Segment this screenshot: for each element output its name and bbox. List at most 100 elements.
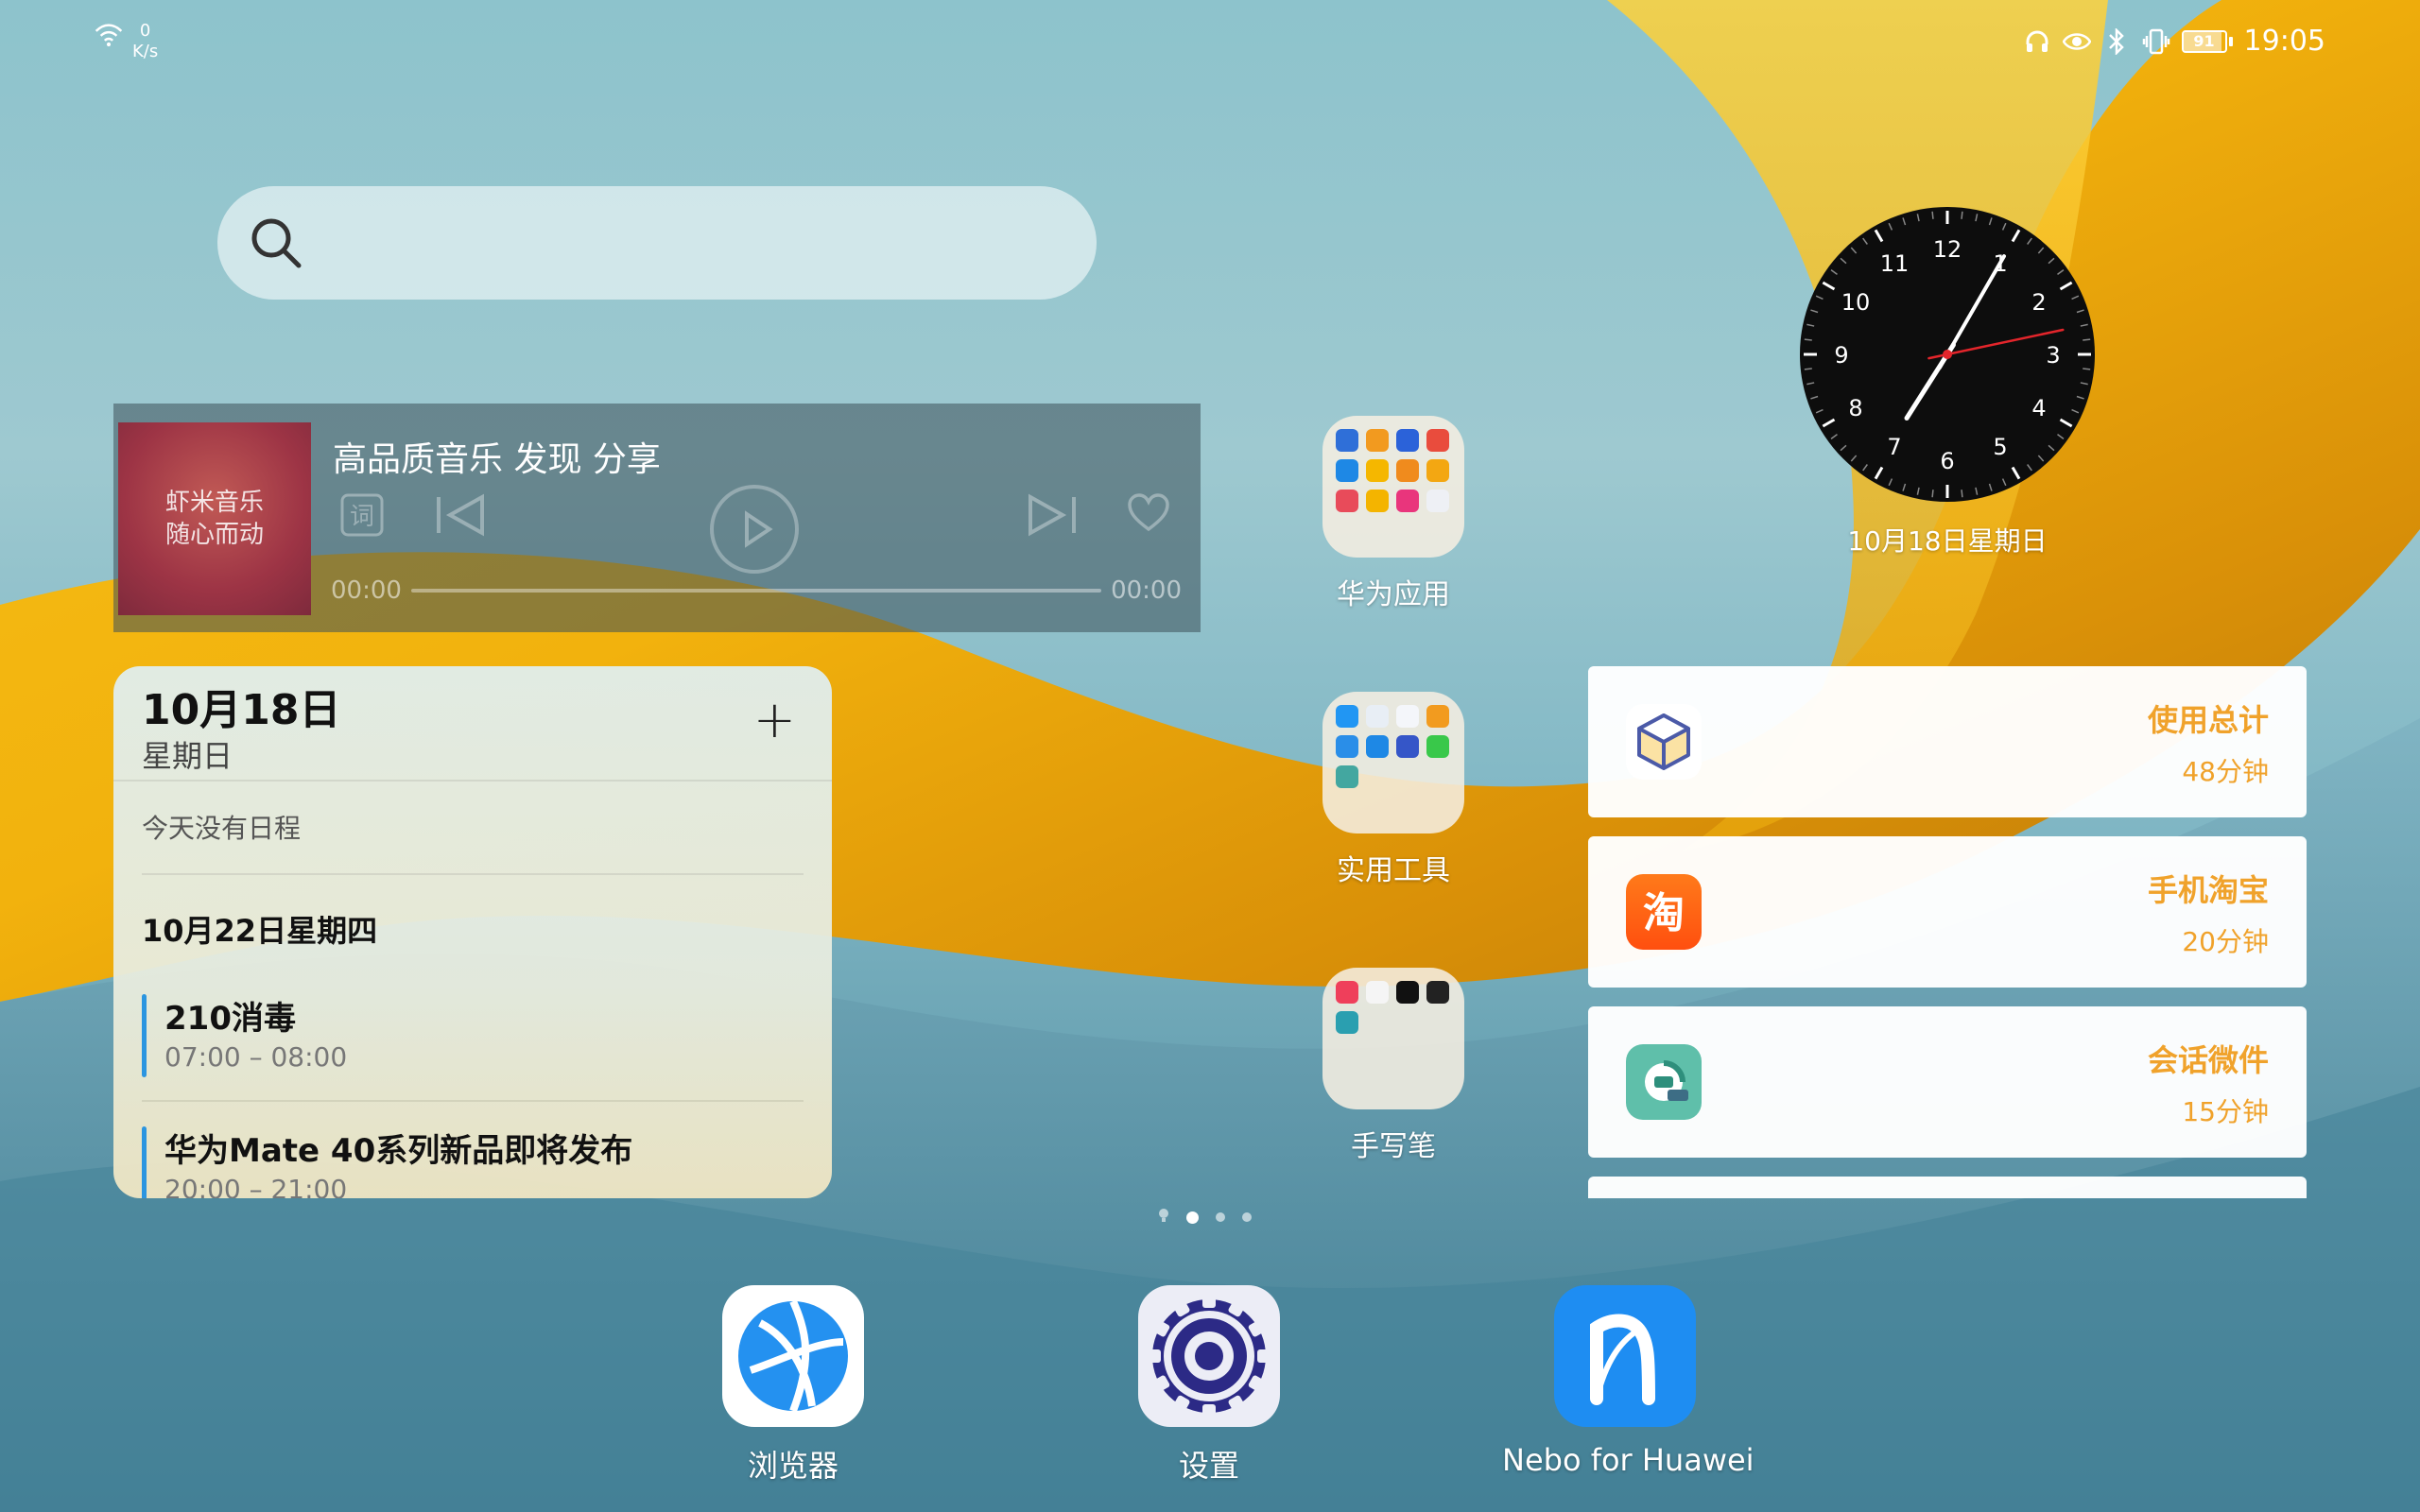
usage-duration: 15分钟 xyxy=(2182,1096,2269,1127)
gear-tooth xyxy=(1202,1404,1216,1418)
hint-bulb-icon xyxy=(1158,1208,1169,1227)
favorite-button[interactable] xyxy=(1127,493,1170,537)
next-icon xyxy=(1028,493,1076,537)
page-indicator[interactable] xyxy=(1158,1208,1252,1227)
agenda-event[interactable]: 华为Mate 40系列新品即将发布 20:00 – 21:00 xyxy=(142,1125,804,1198)
agenda-divider xyxy=(113,780,832,782)
clock-tick xyxy=(1804,338,1812,341)
agenda-divider xyxy=(142,1100,804,1102)
clock-number: 3 xyxy=(2046,342,2060,369)
folder-icon[interactable] xyxy=(1322,416,1464,558)
usage-card[interactable]: 会话微件 15分钟 xyxy=(1588,1006,2307,1158)
vibrate-icon xyxy=(2142,27,2170,56)
cube-icon xyxy=(1626,704,1702,780)
folder-stylus[interactable]: 手写笔 xyxy=(1322,968,1464,1164)
clock-number: 2 xyxy=(2031,289,2046,316)
page-dot[interactable] xyxy=(1186,1211,1199,1224)
lyrics-button[interactable]: 词 xyxy=(340,493,384,541)
usage-duration: 20分钟 xyxy=(2182,926,2269,957)
settings-gear-icon[interactable] xyxy=(1138,1285,1280,1427)
bluetooth-icon xyxy=(2102,27,2131,56)
event-time: 07:00 – 08:00 xyxy=(164,1041,348,1073)
gear-tooth xyxy=(1148,1349,1161,1363)
clock-number: 5 xyxy=(1993,434,2007,460)
cover-text-line1: 虾米音乐 xyxy=(164,489,264,517)
status-bar: 0 K/s 91 19:05 xyxy=(0,0,2420,85)
search-bar[interactable] xyxy=(217,186,1097,300)
clock-number: 8 xyxy=(1848,395,1862,421)
album-cover[interactable]: 虾米音乐 随心而动 xyxy=(118,422,311,615)
nebo-icon[interactable] xyxy=(1554,1285,1696,1427)
event-title: 华为Mate 40系列新品即将发布 xyxy=(164,1132,633,1170)
gear-tooth xyxy=(1257,1349,1270,1363)
event-color-bar xyxy=(142,1126,147,1198)
clock-number: 4 xyxy=(2031,395,2046,421)
folder-icon[interactable] xyxy=(1322,968,1464,1109)
headset-icon xyxy=(2023,27,2051,56)
previous-icon xyxy=(437,493,484,537)
dock-settings[interactable]: 设置 xyxy=(1086,1285,1332,1486)
usage-card[interactable]: 使用总计 48分钟 xyxy=(1588,666,2307,817)
analog-clock[interactable]: 123456789101112 xyxy=(1796,203,2099,506)
clock-tick xyxy=(1931,490,1934,498)
music-progress-bar[interactable] xyxy=(411,589,1101,593)
next-button[interactable] xyxy=(1027,493,1078,541)
add-event-button[interactable]: + xyxy=(753,695,796,746)
usage-card[interactable] xyxy=(1588,1177,2307,1198)
clock-number: 10 xyxy=(1841,289,1871,316)
lyrics-label: 词 xyxy=(350,503,374,531)
gear-tooth xyxy=(1202,1295,1216,1308)
page-dot[interactable] xyxy=(1242,1212,1252,1222)
chat-widget-icon xyxy=(1626,1044,1702,1120)
eye-comfort-icon xyxy=(2062,27,2091,56)
browser-icon[interactable] xyxy=(722,1285,864,1427)
agenda-widget[interactable]: 10月18日 星期日 + 今天没有日程 10月22日星期四 210消毒 07:0… xyxy=(113,666,832,1198)
dock-label: Nebo for Huawei xyxy=(1502,1442,1754,1478)
clock-number: 12 xyxy=(1933,236,1962,263)
page-dot[interactable] xyxy=(1216,1212,1225,1222)
usage-card[interactable]: 淘 手机淘宝 20分钟 xyxy=(1588,836,2307,988)
search-icon[interactable] xyxy=(246,213,306,273)
clock-number: 9 xyxy=(1834,342,1848,369)
dock-label: 浏览器 xyxy=(747,1448,838,1484)
folder-huawei-apps[interactable]: 华为应用 xyxy=(1322,416,1464,612)
event-color-bar xyxy=(142,994,147,1077)
usage-app-name: 使用总计 xyxy=(2147,702,2269,738)
agenda-next-day: 10月22日星期四 xyxy=(142,913,378,949)
play-button[interactable] xyxy=(709,484,800,578)
usage-app-name: 手机淘宝 xyxy=(2147,872,2269,908)
folder-icon[interactable] xyxy=(1322,692,1464,833)
battery-level: 91 xyxy=(2193,31,2215,50)
usage-duration: 48分钟 xyxy=(2182,756,2269,787)
previous-button[interactable] xyxy=(435,493,486,541)
dock-label: 设置 xyxy=(1178,1448,1239,1484)
clock-number: 7 xyxy=(1887,434,1901,460)
clock-tick xyxy=(2083,338,2091,341)
heart-icon xyxy=(1128,493,1169,532)
agenda-no-events: 今天没有日程 xyxy=(142,813,302,844)
status-time: 19:05 xyxy=(2243,25,2325,58)
network-speed: 0 K/s xyxy=(132,21,159,61)
dock-nebo[interactable]: Nebo for Huawei xyxy=(1502,1285,1754,1478)
folder-utilities[interactable]: 实用工具 xyxy=(1322,692,1464,888)
clock-number: 6 xyxy=(1940,448,1954,474)
taobao-icon-text: 淘 xyxy=(1643,889,1685,937)
music-current-time: 00:00 xyxy=(331,576,402,605)
app-usage-widget[interactable]: 使用总计 48分钟 淘 手机淘宝 20分钟 会话微件 15分钟 xyxy=(1588,666,2307,1198)
event-title: 210消毒 xyxy=(164,1000,296,1038)
clock-widget[interactable]: 123456789101112 10月18日星期日 xyxy=(1796,203,2099,558)
agenda-date: 10月18日 xyxy=(142,686,341,734)
folder-label: 手写笔 xyxy=(1351,1130,1436,1163)
play-icon xyxy=(710,485,799,574)
music-widget[interactable]: 虾米音乐 随心而动 高品质音乐 发现 分享 词 00:00 00:00 xyxy=(113,404,1201,632)
agenda-weekday: 星期日 xyxy=(142,738,233,774)
agenda-event[interactable]: 210消毒 07:00 – 08:00 xyxy=(142,992,804,1087)
dock-browser[interactable]: 浏览器 xyxy=(670,1285,916,1486)
usage-app-name: 会话微件 xyxy=(2147,1042,2269,1078)
event-time: 20:00 – 21:00 xyxy=(164,1174,348,1198)
folder-label: 华为应用 xyxy=(1337,578,1450,611)
clock-date: 10月18日星期日 xyxy=(1847,525,2048,557)
clock-number: 11 xyxy=(1880,250,1910,277)
music-total-time: 00:00 xyxy=(1111,576,1182,605)
taobao-icon: 淘 xyxy=(1626,874,1702,950)
